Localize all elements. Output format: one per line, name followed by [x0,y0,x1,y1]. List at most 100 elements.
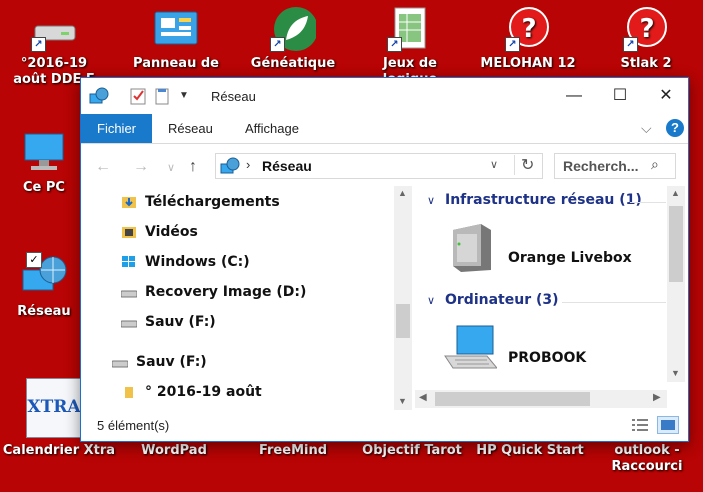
content-vertical-scrollbar[interactable]: ▲ ▼ [667,186,685,382]
desktop-label-calendrier[interactable]: Calendrier Xtra [0,443,118,459]
refresh-icon[interactable]: ↻ [514,155,534,175]
content-pane: ∨ Infrastructure réseau (1) Orange Liveb… [415,186,667,386]
forward-arrow-icon[interactable]: → [133,158,149,176]
svg-text:?: ? [521,14,536,44]
group-header-infrastructure[interactable]: Infrastructure réseau (1) [445,192,642,208]
shortcut-arrow-icon: ↗ [623,37,638,52]
video-folder-icon [121,225,137,239]
desktop-icon-stlak[interactable]: ? ↗ Stlak 2 [596,6,696,72]
desktop-label-objectif-tarot[interactable]: Objectif Tarot [360,443,464,459]
download-folder-icon [121,195,137,209]
computer-icon [443,322,499,381]
tab-fichier[interactable]: Fichier [81,114,153,143]
address-text: Réseau [262,158,312,174]
ribbon-tabs: Fichier Réseau Affichage ⌵ ? [81,114,688,144]
nav-pane-scrollbar[interactable]: ▲ ▼ [394,186,412,410]
checkbox-icon: ✓ [26,252,42,268]
desktop-icon-reseau[interactable]: Réseau [6,254,82,320]
maximize-button[interactable]: ☐ [597,78,643,114]
back-arrow-icon[interactable]: ← [95,158,111,176]
up-arrow-icon[interactable]: ↑ [189,158,197,176]
desktop-icon-ce-pc[interactable]: Ce PC [6,130,82,196]
chevron-down-icon[interactable]: ⌵ [641,120,652,137]
drive-icon: ↗ [31,6,77,52]
scroll-right-icon[interactable]: ▶ [653,392,661,403]
computer-icon [21,130,67,176]
shortcut-arrow-icon: ↗ [270,37,285,52]
close-button[interactable]: ✕ [643,78,689,114]
xtra-logo: XTRA [26,378,82,438]
network-icon [220,157,240,180]
item-orange-livebox[interactable]: Orange Livebox [508,250,632,266]
navigation-pane: Téléchargements Vidéos Windows (C:) Reco… [81,186,394,404]
group-divider [562,302,666,303]
address-bar[interactable]: › Réseau ∨ ↻ [215,153,543,179]
help-icon[interactable]: ? [666,119,684,137]
scrollbar-thumb[interactable] [435,392,590,406]
drive-icon [111,355,129,369]
desktop-icon-label: Stlak 2 [620,56,672,71]
shortcut-arrow-icon: ↗ [387,37,402,52]
scroll-down-icon[interactable]: ▼ [398,396,407,406]
item-probook[interactable]: PROBOOK [508,350,586,366]
help-icon: ? ↗ [505,6,551,52]
scrollbar-thumb[interactable] [396,304,410,338]
scroll-up-icon[interactable]: ▲ [398,188,407,198]
help-icon: ? ↗ [623,6,669,52]
group-header-ordinateur[interactable]: Ordinateur (3) [445,292,559,308]
search-input[interactable]: Recherch... ⌕ [554,153,676,179]
svg-text:?: ? [639,14,654,44]
scroll-down-icon[interactable]: ▼ [671,368,680,378]
content-horizontal-scrollbar[interactable]: ◀ ▶ [415,390,667,408]
search-icon: ⌕ [651,156,659,172]
group-divider [630,202,666,203]
chevron-down-icon[interactable]: ∨ [427,194,435,207]
desktop-icon-melohan[interactable]: ? ↗ MELOHAN 12 [478,6,578,72]
drive-icon [120,285,138,299]
search-placeholder: Recherch... [563,158,639,174]
desktop-icon-label: Généatique [250,56,336,71]
desktop-icon-control-panel[interactable]: Panneau de [126,6,226,72]
tab-reseau[interactable]: Réseau [152,114,229,143]
control-panel-icon [153,6,199,52]
status-item-count: 5 élément(s) [97,418,170,433]
spreadsheet-icon: ↗ [387,6,433,52]
network-icon [89,86,109,106]
shortcut-arrow-icon: ↗ [505,37,520,52]
desktop-icon-label: Ce PC [23,180,65,195]
scroll-up-icon[interactable]: ▲ [671,188,680,198]
router-icon [447,222,495,281]
folder-icon [121,385,137,399]
chevron-down-icon[interactable]: ∨ [427,294,435,307]
desktop-label-freemind[interactable]: FreeMind [243,443,343,459]
title-bar[interactable]: ▼ Réseau — ☐ ✕ [81,78,688,114]
properties-icon[interactable] [129,86,149,106]
details-view-icon[interactable] [631,418,649,432]
desktop-label-outlook[interactable]: outlook - Raccourci [600,443,694,475]
scroll-left-icon[interactable]: ◀ [419,392,427,403]
desktop-icon-jeux[interactable]: ↗ Jeux de logique [360,6,460,88]
desktop-icon-label: Réseau [17,304,71,319]
large-icons-view-icon[interactable] [657,416,679,434]
scrollbar-thumb[interactable] [669,206,683,282]
leaf-icon: ↗ [270,6,318,52]
desktop-label-hp-quick-start[interactable]: HP Quick Start [472,443,588,459]
chevron-right-icon[interactable]: › [246,157,250,172]
windows-drive-icon [121,255,137,269]
explorer-window: ▼ Réseau — ☐ ✕ Fichier Réseau Affichage … [80,77,689,442]
minimize-button[interactable]: — [551,78,597,114]
desktop-icon-dde[interactable]: ↗ °2016-19 août DDE F [4,6,104,88]
tab-affichage[interactable]: Affichage [229,114,315,143]
recent-chevron-icon[interactable]: ∨ [167,161,175,174]
chevron-down-icon[interactable]: ∨ [490,158,498,171]
desktop-label-wordpad[interactable]: WordPad [124,443,224,459]
desktop-icon-label: Panneau de [133,56,219,71]
desktop-icon-label: MELOHAN 12 [480,56,576,71]
chevron-down-icon[interactable]: ▼ [179,90,189,110]
desktop-icon-geneatique[interactable]: ↗ Généatique [243,6,343,72]
shortcut-arrow-icon: ↗ [31,37,46,52]
drive-icon [120,315,138,329]
window-title: Réseau [211,89,256,104]
new-folder-icon[interactable] [153,86,173,106]
navigation-bar: ← → ∨ ↑ › Réseau ∨ ↻ Recherch... ⌕ [81,144,688,184]
